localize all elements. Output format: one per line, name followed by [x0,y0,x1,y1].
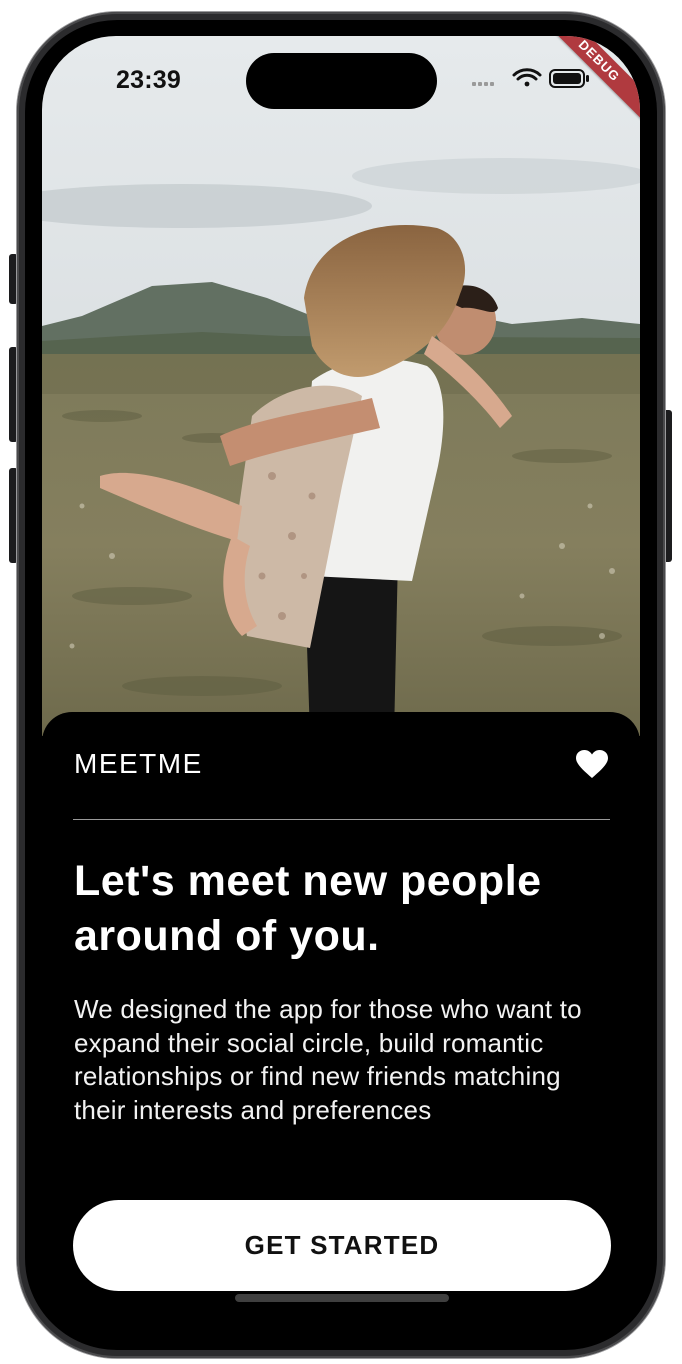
cellular-signal-icon [472,82,494,86]
brand-title: MEETME [74,748,203,779]
screen: 23:39 DEBUG MEETME Let's meet new people… [42,36,640,1334]
onboarding-card: MEETME Let's meet new people around of y… [42,712,640,1334]
divider [73,819,610,820]
battery-icon [549,69,589,88]
hero-photo [42,36,640,736]
status-time: 23:39 [116,66,181,94]
headline: Let's meet new people around of you. [74,857,542,960]
dynamic-island [246,53,437,109]
status-icons [472,68,589,88]
home-indicator[interactable] [235,1294,449,1302]
description: We designed the app for those who want t… [74,994,582,1125]
get-started-button[interactable]: GET STARTED [73,1200,611,1291]
heart-icon[interactable] [575,749,609,779]
wifi-icon [512,68,542,87]
